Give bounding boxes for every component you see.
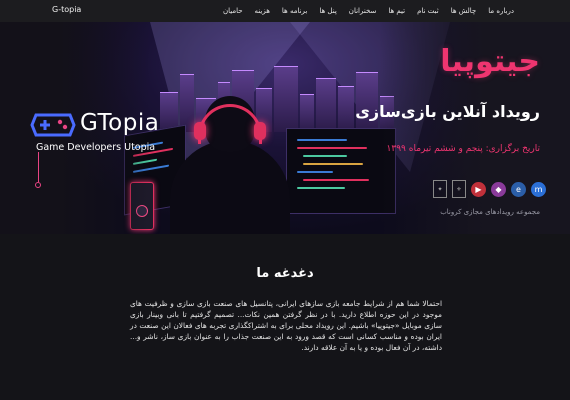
event-date: تاریخ برگزاری: پنجم و ششم تیرماه ۱۳۹۹ bbox=[386, 144, 540, 154]
section-heading: دغدغه ما bbox=[256, 266, 314, 281]
hero-banner: GTopia Game Developers Utopia جیتوپیا رو… bbox=[0, 22, 570, 234]
logo-tagline: Game Developers Utopia bbox=[36, 142, 156, 153]
gtopia-logo: GTopia Game Developers Utopia bbox=[30, 108, 180, 168]
nav-item-speakers[interactable]: سخنرانان bbox=[343, 7, 383, 15]
partner-logos: m e ◆ ▶ ⚜ ✦ bbox=[433, 180, 546, 198]
nav-item-sponsors[interactable]: حامیان bbox=[217, 7, 249, 15]
site-brand[interactable]: G-topia bbox=[52, 5, 81, 14]
ec-logo-icon: e bbox=[511, 181, 526, 197]
headphone-ear-left bbox=[194, 122, 206, 140]
emblem-icon: ⚜ bbox=[452, 180, 466, 198]
gamepad-logo-icon bbox=[30, 113, 76, 137]
decorative-line bbox=[38, 152, 39, 182]
nav-item-schedule[interactable]: برنامه ها bbox=[276, 7, 313, 15]
top-navbar: G-topia درباره ما چالش ها ثبت نام تیم ها… bbox=[0, 0, 570, 22]
nav-item-panels[interactable]: پنل ها bbox=[313, 7, 342, 15]
nav-item-teams[interactable]: تیم ها bbox=[382, 7, 411, 15]
nav-item-register[interactable]: ثبت نام bbox=[411, 7, 445, 15]
decorative-dot bbox=[35, 182, 41, 188]
logo-name: GTopia bbox=[80, 110, 160, 136]
nav-menu: درباره ما چالش ها ثبت نام تیم ها سخنرانا… bbox=[217, 0, 520, 22]
partners-caption: مجموعه رویدادهای مجازی کرونا‌ب bbox=[440, 208, 540, 216]
nav-item-about[interactable]: درباره ما bbox=[482, 7, 520, 15]
nav-item-challenges[interactable]: چالش ها bbox=[445, 7, 483, 15]
about-paragraph: احتمالا شما هم از شرایط جامعه بازی سازها… bbox=[130, 299, 442, 352]
ministry-emblem-icon: ✦ bbox=[433, 180, 447, 198]
headphone-ear-right bbox=[254, 122, 266, 140]
hero-title: جیتوپیا bbox=[440, 44, 540, 79]
city-skyline-illustration bbox=[140, 62, 420, 132]
arrow-logo-icon: ▶ bbox=[471, 181, 486, 197]
nav-item-fee[interactable]: هزینه bbox=[249, 7, 276, 15]
m-logo-icon: m bbox=[531, 181, 546, 197]
hero-subtitle: رویداد آنلاین بازی‌سازی bbox=[355, 102, 540, 121]
game-logo-icon: ◆ bbox=[491, 181, 506, 197]
